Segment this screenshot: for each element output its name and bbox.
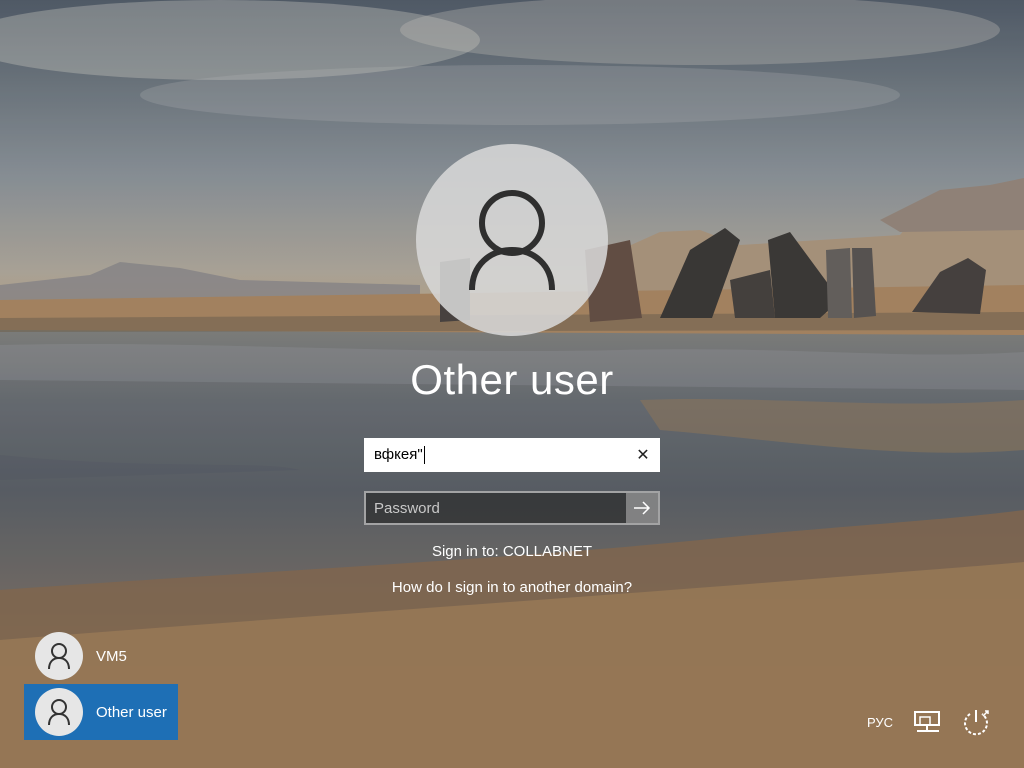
username-value: вфкея" bbox=[374, 445, 423, 463]
user-tile-vm5[interactable]: VM5 bbox=[24, 628, 178, 684]
user-display-name: Other user bbox=[410, 356, 614, 403]
username-field[interactable]: вфкея" ✕ bbox=[364, 438, 660, 472]
user-avatar-large bbox=[416, 144, 608, 336]
clear-icon[interactable]: ✕ bbox=[628, 440, 658, 470]
text-caret bbox=[423, 446, 425, 465]
other-domain-link[interactable]: How do I sign in to another domain? bbox=[0, 579, 1024, 596]
user-icon bbox=[48, 699, 70, 726]
submit-button[interactable] bbox=[626, 493, 658, 523]
power-button[interactable] bbox=[956, 706, 996, 738]
user-icon bbox=[48, 643, 70, 670]
user-avatar-small bbox=[35, 688, 83, 736]
language-indicator[interactable]: РУС bbox=[862, 706, 898, 738]
user-tile-other-user[interactable]: Other user bbox=[24, 684, 178, 740]
arrow-right-icon bbox=[634, 501, 651, 515]
network-icon bbox=[914, 711, 940, 732]
password-field[interactable] bbox=[364, 491, 660, 525]
password-input[interactable] bbox=[366, 492, 626, 524]
user-tile-label: VM5 bbox=[96, 647, 127, 665]
network-button[interactable] bbox=[910, 706, 946, 738]
sign-in-domain-text: Sign in to: COLLABNET bbox=[431, 543, 593, 560]
user-avatar-small bbox=[35, 632, 83, 680]
power-icon bbox=[964, 710, 989, 736]
user-tile-label: Other user bbox=[96, 703, 167, 721]
user-icon bbox=[469, 190, 555, 291]
